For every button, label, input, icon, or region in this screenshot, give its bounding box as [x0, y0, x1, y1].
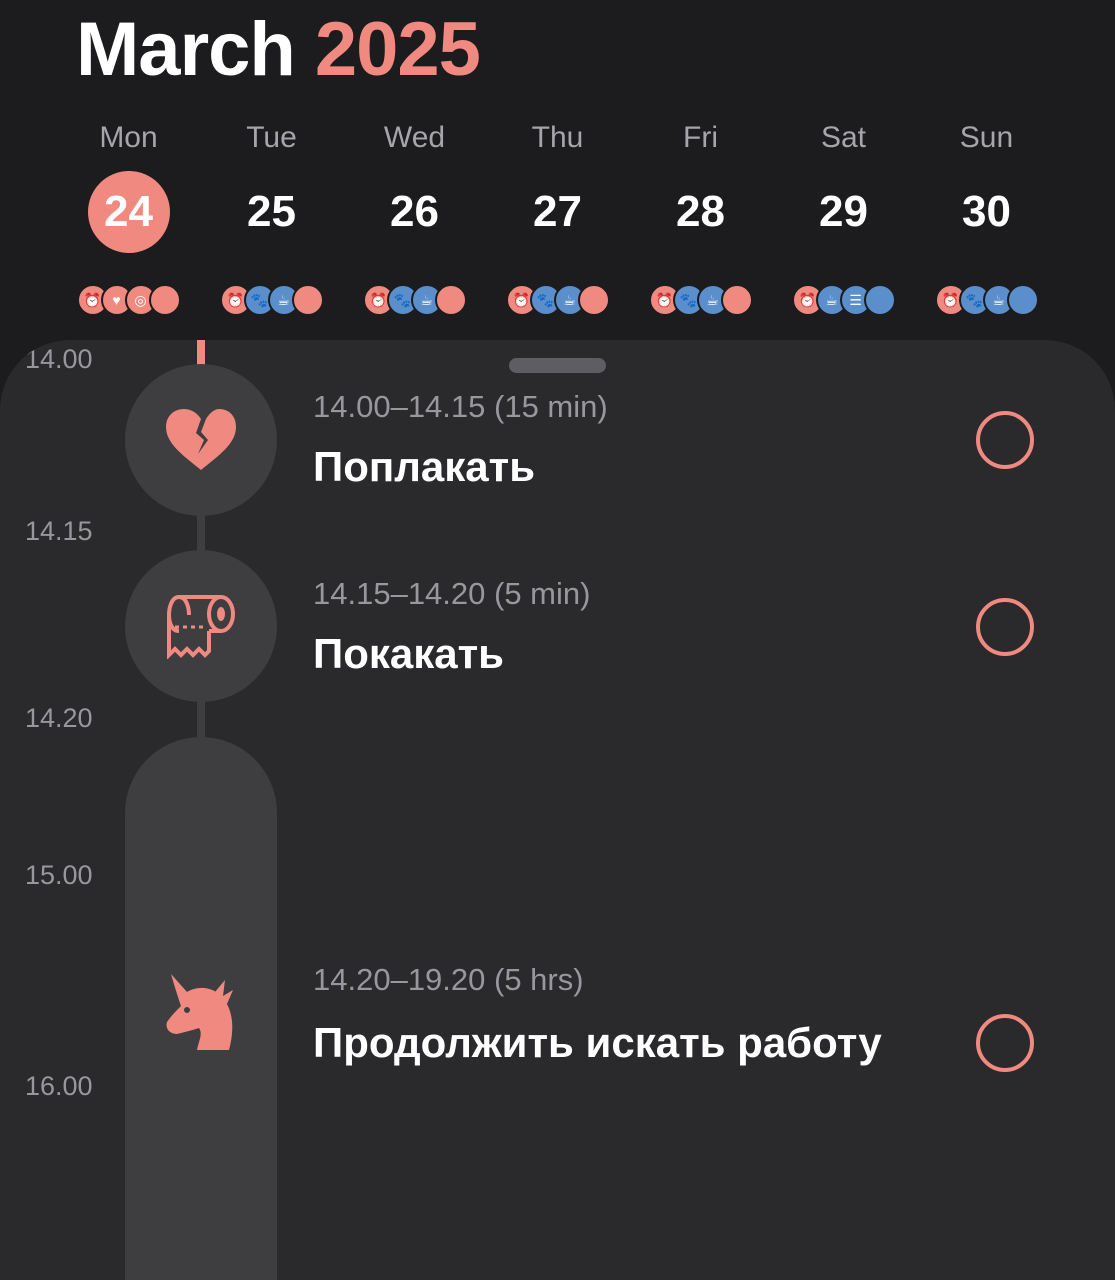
day-activity-dots: ⏰ 🐾 ☕ [505, 284, 610, 316]
time-label: 14.15 [25, 516, 93, 546]
task-complete-checkbox[interactable] [976, 1014, 1034, 1072]
activity-dot [720, 284, 753, 316]
day-of-week-label: Tue [246, 121, 297, 154]
day-fri[interactable]: Fri 28 ⏰ 🐾 ☕ [629, 118, 772, 316]
day-activity-dots: ⏰ 🐾 ☕ [648, 284, 753, 316]
day-sun[interactable]: Sun 30 ⏰ 🐾 ☕ [915, 118, 1058, 316]
day-wed[interactable]: Wed 26 ⏰ 🐾 ☕ [343, 118, 486, 316]
day-thu[interactable]: Thu 27 ⏰ 🐾 ☕ [486, 118, 629, 316]
drag-handle[interactable] [509, 358, 606, 373]
day-sat[interactable]: Sat 29 ⏰ ☕ ☰ [772, 118, 915, 316]
activity-dot [434, 284, 467, 316]
task-time: 14.20–19.20 (5 hrs) [313, 962, 584, 997]
day-activity-dots: ⏰ ♥ ◎ [76, 284, 181, 316]
task-title[interactable]: Поплакать [313, 443, 535, 491]
activity-dot [1006, 284, 1039, 316]
day-number: 28 [676, 187, 725, 236]
activity-dot [577, 284, 610, 316]
day-number: 26 [390, 187, 439, 236]
day-tue[interactable]: Tue 25 ⏰ 🐾 ☕ [200, 118, 343, 316]
year-label: 2025 [314, 7, 481, 92]
task-time: 14.15–14.20 (5 min) [313, 576, 591, 611]
activity-dot [863, 284, 896, 316]
time-label: 14.20 [25, 703, 93, 733]
time-label: 14.00 [25, 344, 93, 374]
schedule-sheet[interactable]: 14.00 14.15 14.20 15.00 16.00 14.00–14.1… [0, 340, 1115, 1280]
activity-dot [148, 284, 181, 316]
day-of-week-label: Fri [683, 121, 718, 154]
page-title: March 2025 [76, 12, 481, 88]
timeline-connector [197, 697, 205, 742]
time-label: 16.00 [25, 1071, 93, 1101]
activity-dot [291, 284, 324, 316]
toilet-paper-icon [166, 595, 235, 659]
day-number: 27 [533, 187, 582, 236]
day-of-week-label: Sat [820, 121, 867, 154]
task-icon-bubble[interactable] [125, 550, 277, 702]
task-title[interactable]: Покакать [313, 630, 504, 678]
day-activity-dots: ⏰ 🐾 ☕ [934, 284, 1039, 316]
broken-heart-icon [166, 409, 236, 470]
day-number-selected: 24 [87, 171, 170, 253]
day-of-week-label: Sun [959, 121, 1014, 154]
task-icon-bubble[interactable] [125, 364, 277, 516]
week-strip: Mon 24 ⏰ ♥ ◎ Tue 25 ⏰ 🐾 ☕ Wed 26 ⏰ 🐾 ☕ Thu 27 … [57, 118, 1057, 318]
task-complete-checkbox[interactable] [976, 411, 1034, 469]
day-of-week-label: Wed [383, 121, 446, 154]
unicorn-icon [166, 974, 233, 1050]
task-title[interactable]: Продолжить искать работу [313, 1019, 882, 1067]
day-number: 30 [962, 187, 1011, 236]
month-label: March [76, 7, 296, 92]
day-mon[interactable]: Mon 24 ⏰ ♥ ◎ [57, 118, 200, 316]
day-number: 25 [247, 187, 296, 236]
day-of-week-label: Thu [531, 121, 584, 154]
day-of-week-label: Mon [99, 121, 158, 154]
day-activity-dots: ⏰ 🐾 ☕ [362, 284, 467, 316]
day-number: 29 [819, 187, 868, 236]
day-activity-dots: ⏰ ☕ ☰ [791, 284, 896, 316]
day-activity-dots: ⏰ 🐾 ☕ [219, 284, 324, 316]
task-time: 14.00–14.15 (15 min) [313, 389, 608, 424]
task-complete-checkbox[interactable] [976, 598, 1034, 656]
time-label: 15.00 [25, 860, 93, 890]
timeline-connector [197, 510, 205, 555]
